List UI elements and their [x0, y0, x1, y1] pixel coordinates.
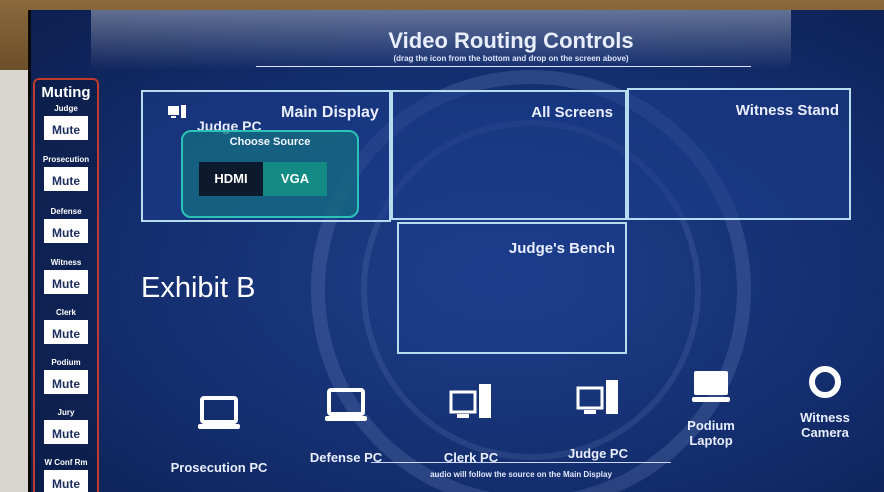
source-chooser: Choose Source HDMI VGA: [181, 130, 359, 218]
mute-label: W Conf Rm: [44, 458, 88, 467]
mute-group-prosecution: Prosecution Mute: [35, 155, 97, 191]
laptop-icon: [198, 396, 240, 429]
chooser-title: Choose Source: [229, 136, 311, 148]
mute-group-defense: Defense Mute: [35, 207, 97, 243]
zone-label-witness-stand: Witness Stand: [735, 102, 839, 119]
mute-group-judge: Judge Mute: [35, 104, 97, 140]
source-prosecution-pc[interactable]: Prosecution PC: [159, 396, 279, 475]
laptop-icon: [692, 371, 730, 402]
mute-label: Judge: [54, 104, 78, 113]
drop-zone-judges-bench[interactable]: Judge's Bench: [397, 222, 627, 354]
exhibit-label: Exhibit B: [141, 272, 256, 304]
mute-group-witness: Witness Mute: [35, 258, 97, 294]
desktop-pc-icon: [167, 104, 187, 125]
audio-follow-note: audio will follow the source on the Main…: [430, 470, 612, 479]
mute-group-clerk: Clerk Mute: [35, 308, 97, 344]
mute-group-w-conf-rm: W Conf Rm Mute: [35, 458, 97, 492]
source-judge-pc[interactable]: Judge PC: [543, 378, 653, 461]
mute-label: Jury: [57, 408, 75, 417]
muting-title: Muting: [41, 84, 91, 101]
hdmi-button[interactable]: HDMI: [199, 162, 263, 196]
zone-label-all-screens: All Screens: [531, 104, 613, 121]
source-label: Judge PC: [568, 446, 628, 461]
mute-label: Defense: [50, 207, 82, 216]
mute-label: Witness: [50, 258, 82, 267]
title-divider: [256, 66, 751, 67]
mute-prosecution-button[interactable]: Mute: [44, 167, 88, 191]
source-clerk-pc[interactable]: Clerk PC: [421, 382, 521, 465]
mute-w-conf-rm-button[interactable]: Mute: [44, 470, 88, 492]
mute-label: Clerk: [55, 308, 76, 317]
source-label: Podium Laptop: [687, 418, 735, 448]
source-podium-laptop[interactable]: Podium Laptop: [669, 370, 753, 448]
footer-divider: [371, 462, 671, 463]
mute-judge-button[interactable]: Mute: [44, 116, 88, 140]
source-defense-pc[interactable]: Defense PC: [291, 388, 401, 465]
mute-label: Prosecution: [42, 155, 90, 164]
zone-label-main-display: Main Display: [281, 104, 379, 121]
drop-zone-all-screens[interactable]: All Screens: [391, 90, 627, 220]
zone-label-judges-bench: Judge's Bench: [508, 240, 615, 257]
mute-group-podium: Podium Mute: [35, 358, 97, 394]
mute-witness-button[interactable]: Mute: [44, 270, 88, 294]
source-label: Prosecution PC: [170, 460, 268, 475]
drop-zone-main-display[interactable]: Judge PC Main Display Choose Source HDMI…: [141, 90, 391, 222]
page-title: Video Routing Controls: [388, 28, 634, 53]
touch-panel-screen: Video Routing Controls (drag the icon fr…: [28, 10, 884, 492]
vga-button[interactable]: VGA: [263, 162, 327, 196]
desktop-pc-icon: [449, 384, 491, 418]
camera-icon: [809, 366, 841, 398]
page-subtitle: (drag the icon from the bottom and drop …: [393, 54, 629, 63]
mute-defense-button[interactable]: Mute: [44, 219, 88, 243]
mute-clerk-button[interactable]: Mute: [44, 320, 88, 344]
mute-jury-button[interactable]: Mute: [44, 420, 88, 444]
source-label: Witness Camera: [800, 410, 850, 440]
drop-zone-witness-stand[interactable]: Witness Stand: [627, 88, 851, 220]
laptop-icon: [325, 388, 367, 421]
mute-group-jury: Jury Mute: [35, 408, 97, 444]
mute-podium-button[interactable]: Mute: [44, 370, 88, 394]
muting-panel: Muting Judge Mute Prosecution Mute Defen…: [33, 78, 99, 492]
source-witness-camera[interactable]: Witness Camera: [783, 366, 867, 440]
mute-label: Podium: [51, 358, 81, 367]
desktop-pc-icon: [576, 380, 618, 414]
